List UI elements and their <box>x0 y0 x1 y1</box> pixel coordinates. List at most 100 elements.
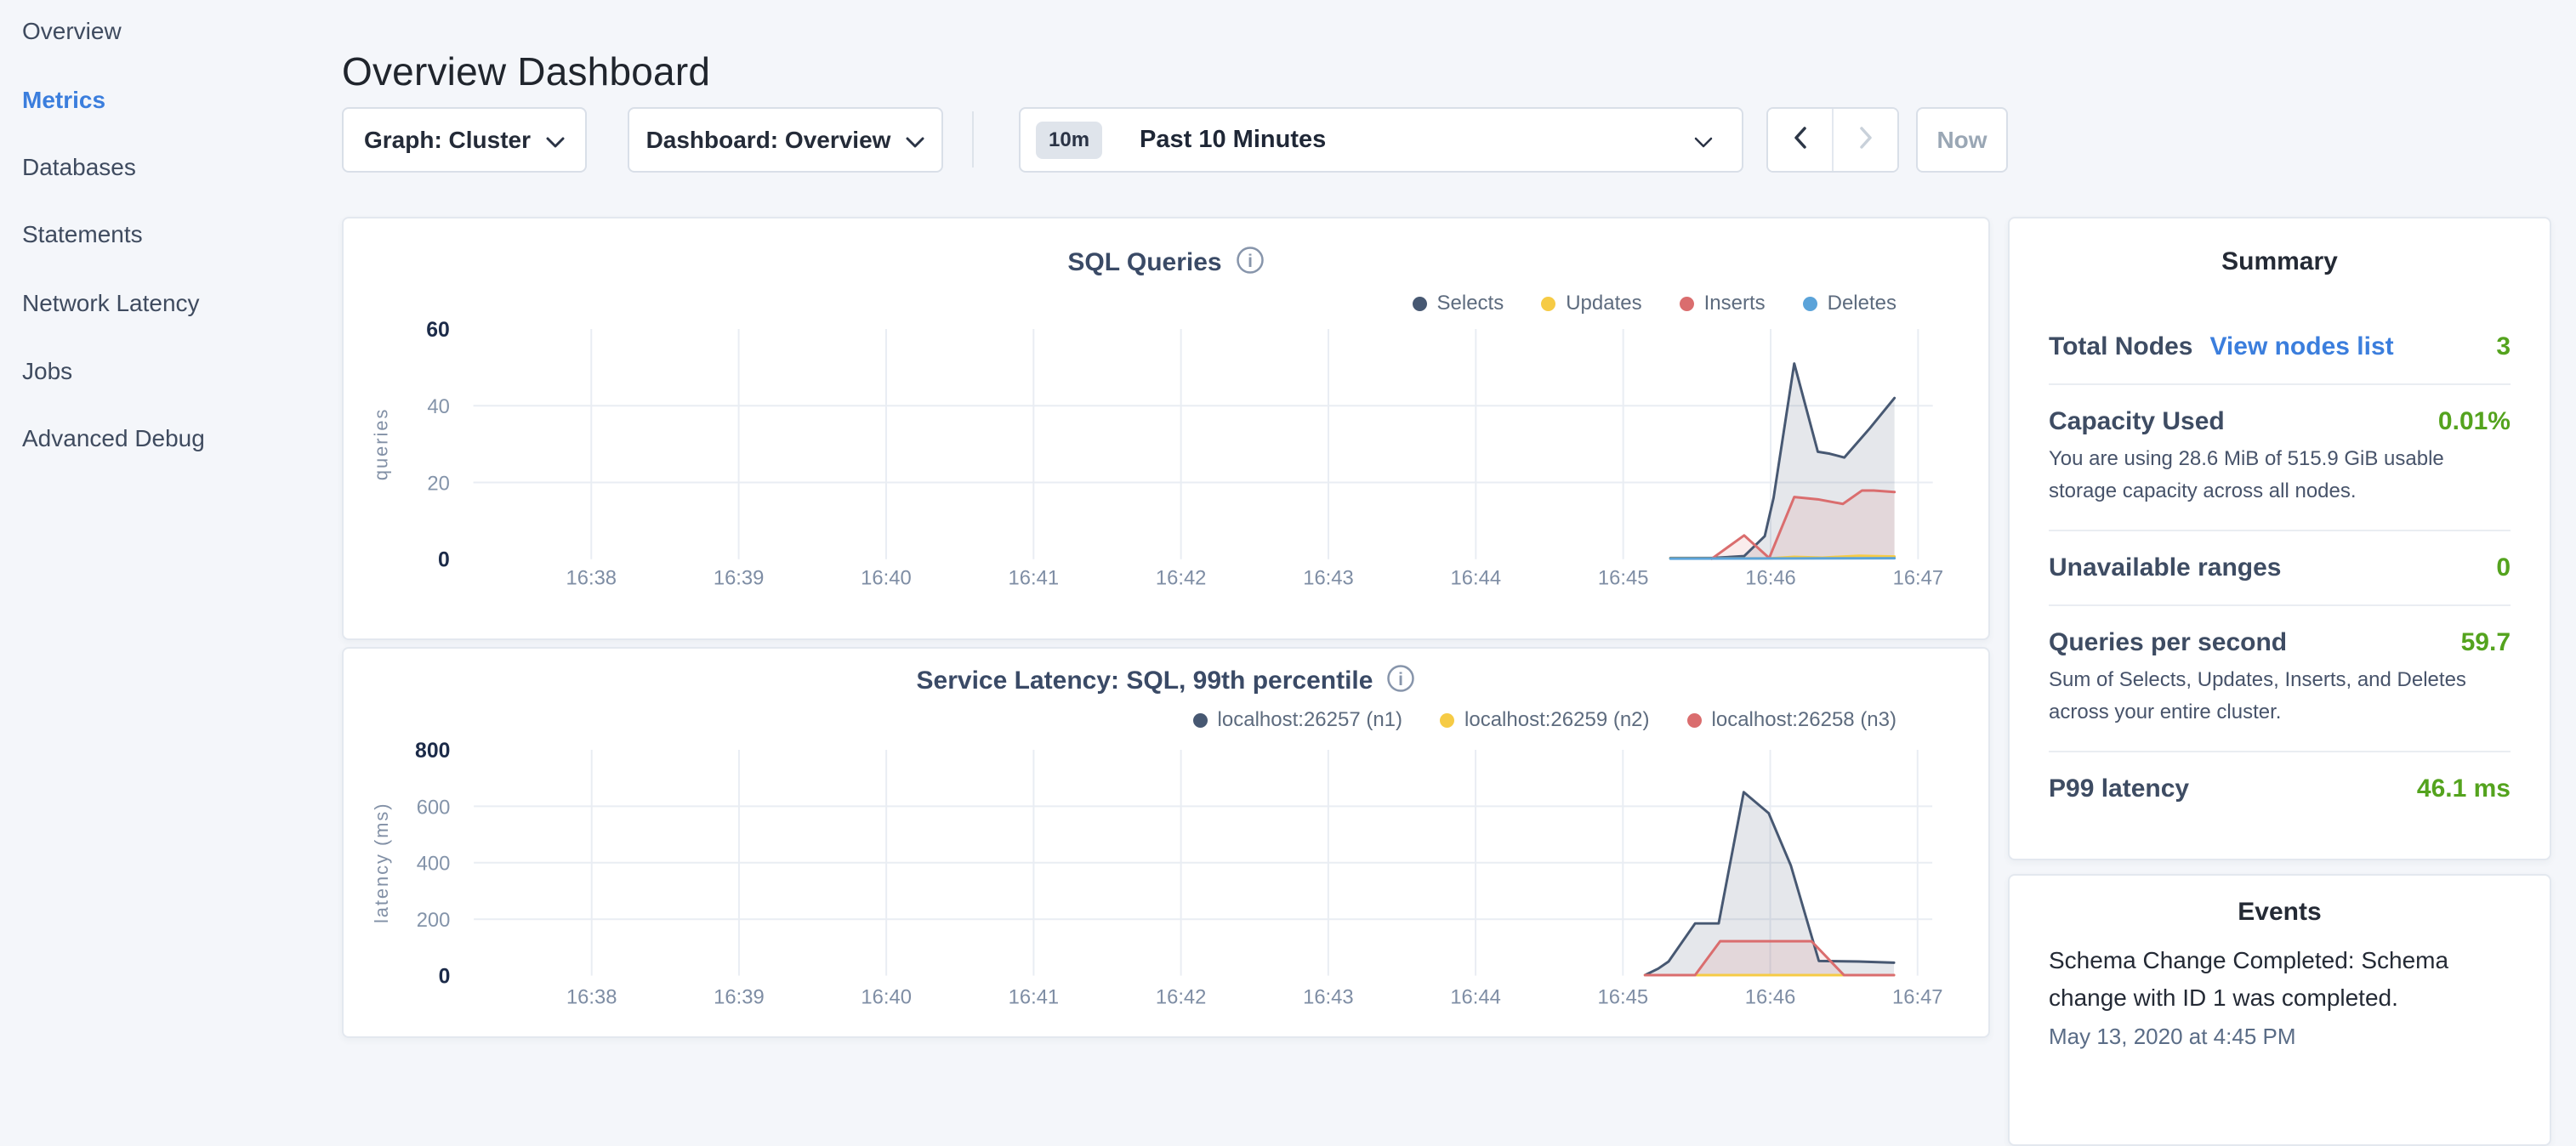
svg-text:queries: queries <box>370 408 391 480</box>
summary-row-label: Unavailable ranges <box>2049 553 2281 582</box>
sidebar-item-metrics[interactable]: Metrics <box>22 85 105 116</box>
summary-row-label: P99 latency <box>2049 774 2189 803</box>
service-latency-chart-card: Service Latency: SQL, 99th percentile i … <box>342 647 1990 1038</box>
summary-row-value: 0.01% <box>2438 407 2511 436</box>
chart-title-row: Service Latency: SQL, 99th percentile i <box>344 664 1988 697</box>
service-latency-chart: 16:3816:3916:4016:4116:4216:4316:4416:45… <box>344 649 1988 1036</box>
sql-queries-chart-card: SQL Queries i Selects Updates Inserts Delet… <box>342 217 1990 640</box>
summary-heading: Summary <box>2049 247 2511 276</box>
view-nodes-link[interactable]: View nodes list <box>2209 332 2393 361</box>
summary-row-value: 0 <box>2496 553 2511 582</box>
summary-row-value: 3 <box>2496 332 2511 361</box>
legend-dot-icon <box>1803 297 1817 311</box>
chart-title: SQL Queries <box>1067 248 1221 277</box>
graph-dropdown[interactable]: Graph: Cluster <box>342 107 587 173</box>
dashboard-dropdown-label: Dashboard: Overview <box>646 127 891 154</box>
info-icon[interactable]: i <box>1236 246 1265 279</box>
legend-dot-icon <box>1413 297 1427 311</box>
svg-text:16:39: 16:39 <box>714 985 765 1008</box>
legend-item: Inserts <box>1680 292 1766 315</box>
legend-label: Updates <box>1566 292 1641 315</box>
svg-text:16:46: 16:46 <box>1745 567 1796 590</box>
sidebar-item-databases[interactable]: Databases <box>22 152 136 183</box>
svg-text:16:38: 16:38 <box>566 985 617 1008</box>
summary-row-label: Total Nodes <box>2049 332 2192 361</box>
sidebar-item-statements[interactable]: Statements <box>22 219 143 250</box>
legend-dot-icon <box>1541 297 1555 311</box>
legend-item: localhost:26258 (n3) <box>1687 708 1896 732</box>
svg-text:16:47: 16:47 <box>1892 985 1943 1008</box>
svg-text:600: 600 <box>417 796 451 819</box>
svg-text:latency (ms): latency (ms) <box>371 803 392 923</box>
sidebar-item-network-latency[interactable]: Network Latency <box>22 288 200 319</box>
summary-row-desc: Sum of Selects, Updates, Inserts, and De… <box>2049 664 2511 729</box>
chevron-down-icon <box>546 127 565 154</box>
summary-row-label: Capacity Used <box>2049 407 2225 436</box>
sidebar-item-advanced-debug[interactable]: Advanced Debug <box>22 423 205 454</box>
legend-item: localhost:26257 (n1) <box>1193 708 1402 732</box>
events-panel: Events Schema Change Completed: Schema c… <box>2008 874 2551 1146</box>
summary-row-value: 46.1 ms <box>2417 774 2511 803</box>
summary-row-label: Queries per second <box>2049 628 2287 657</box>
svg-text:0: 0 <box>438 549 450 572</box>
legend-label: localhost:26258 (n3) <box>1712 708 1896 732</box>
summary-row: Queries per second59.7Sum of Selects, Up… <box>2049 604 2511 751</box>
legend-dot-icon <box>1193 713 1208 728</box>
svg-text:16:44: 16:44 <box>1451 567 1502 590</box>
time-range-selector[interactable]: 10m Past 10 Minutes <box>1019 107 1743 173</box>
chart-legend: localhost:26257 (n1) localhost:26259 (n2)… <box>1193 708 1896 732</box>
legend-dot-icon <box>1680 297 1694 311</box>
legend-label: Selects <box>1437 292 1504 315</box>
legend-item: Deletes <box>1803 292 1896 315</box>
legend-item: localhost:26259 (n2) <box>1440 708 1649 732</box>
event-item-text[interactable]: Schema Change Completed: Schema change w… <box>2049 942 2511 1017</box>
events-heading: Events <box>2049 898 2511 927</box>
toolbar-divider <box>972 111 974 167</box>
chevron-down-icon <box>906 127 924 154</box>
chart-legend: Selects Updates Inserts Deletes <box>1413 292 1897 315</box>
svg-text:16:45: 16:45 <box>1598 985 1649 1008</box>
legend-item: Updates <box>1541 292 1641 315</box>
chevron-right-icon <box>1859 127 1873 153</box>
svg-text:i: i <box>1248 252 1253 271</box>
legend-label: localhost:26257 (n1) <box>1218 708 1402 732</box>
svg-text:i: i <box>1399 670 1404 689</box>
summary-row: Capacity Used 0.01% You are using 28.6 MiB… <box>2049 383 2511 530</box>
svg-text:16:41: 16:41 <box>1009 567 1060 590</box>
now-button[interactable]: Now <box>1916 107 2008 173</box>
summary-panel: Summary Total Nodes View nodes list 3 Capac… <box>2008 217 2551 860</box>
svg-text:20: 20 <box>427 472 449 495</box>
summary-row: Total Nodes View nodes list 3 <box>2049 310 2511 383</box>
svg-text:60: 60 <box>426 319 450 342</box>
info-icon[interactable]: i <box>1386 664 1415 697</box>
svg-text:16:45: 16:45 <box>1598 567 1649 590</box>
next-time-button[interactable] <box>1832 109 1897 171</box>
legend-label: Inserts <box>1704 292 1766 315</box>
chart-title-row: SQL Queries i <box>344 246 1988 279</box>
svg-text:800: 800 <box>415 740 450 763</box>
page-title: Overview Dashboard <box>342 48 710 94</box>
time-pager <box>1766 107 1899 173</box>
time-range-badge: 10m <box>1036 122 1102 159</box>
summary-row-desc: You are using 28.6 MiB of 515.9 GiB usab… <box>2049 443 2511 508</box>
previous-time-button[interactable] <box>1768 109 1832 171</box>
summary-row: Unavailable ranges 0 <box>2049 530 2511 604</box>
legend-dot-icon <box>1440 713 1454 728</box>
svg-text:16:40: 16:40 <box>861 567 912 590</box>
legend-dot-icon <box>1687 713 1702 728</box>
svg-text:0: 0 <box>439 966 451 989</box>
svg-text:16:43: 16:43 <box>1303 985 1354 1008</box>
time-range-label: Past 10 Minutes <box>1140 126 1326 154</box>
legend-label: localhost:26259 (n2) <box>1464 708 1649 732</box>
svg-text:16:39: 16:39 <box>714 567 765 590</box>
dashboard-dropdown[interactable]: Dashboard: Overview <box>628 107 943 173</box>
svg-text:16:44: 16:44 <box>1450 985 1501 1008</box>
sidebar-item-overview[interactable]: Overview <box>22 16 122 47</box>
summary-row: P99 latency 46.1 ms <box>2049 751 2511 825</box>
chart-title: Service Latency: SQL, 99th percentile <box>917 667 1373 695</box>
svg-text:16:43: 16:43 <box>1303 567 1354 590</box>
svg-text:16:41: 16:41 <box>1009 985 1060 1008</box>
sql-queries-chart: 16:3816:3916:4016:4116:4216:4316:4416:45… <box>344 218 1988 638</box>
chevron-left-icon <box>1794 127 1807 153</box>
sidebar-item-jobs[interactable]: Jobs <box>22 356 72 387</box>
